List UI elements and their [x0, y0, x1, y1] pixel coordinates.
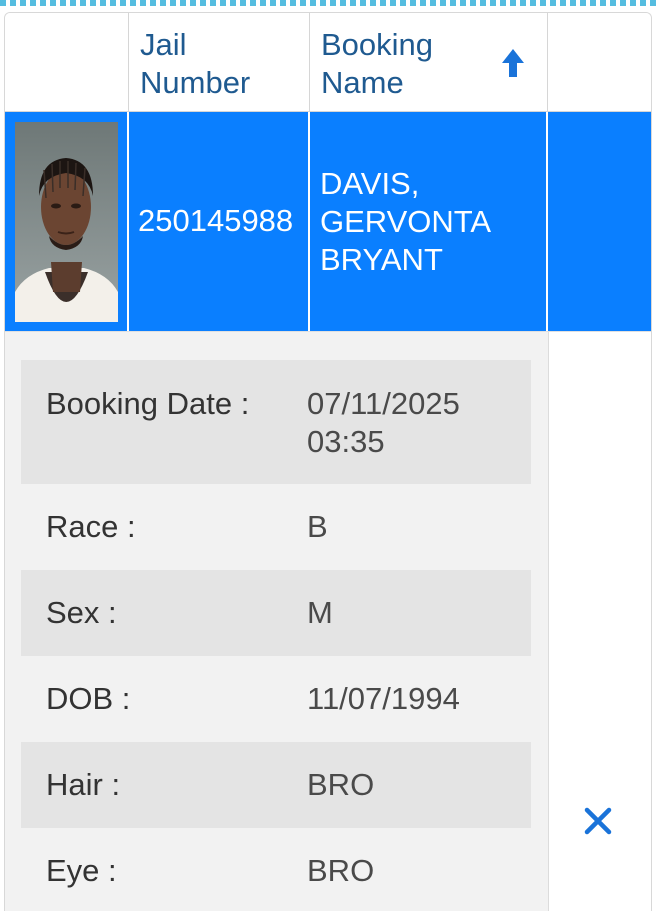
- booking-name-value: DAVIS, GERVONTA BRYANT: [320, 166, 490, 277]
- dob-label: DOB :: [46, 681, 131, 716]
- mugshot-photo[interactable]: [15, 122, 118, 322]
- detail-row-race: Race : B: [21, 484, 531, 570]
- inmate-results-grid: Jail Number Booking Name 250145988 DAVIS…: [4, 12, 652, 911]
- jail-number-cell: 250145988: [129, 112, 310, 331]
- table-header: Jail Number Booking Name: [5, 13, 651, 112]
- header-action-column: [548, 13, 651, 111]
- header-jail-number-label: Jail Number: [140, 27, 251, 100]
- inmate-detail-panel: Booking Date : 07/11/2025 03:35 Race : B…: [5, 332, 549, 911]
- header-booking-name[interactable]: Booking Name: [310, 13, 548, 111]
- header-photo-column: [5, 13, 129, 111]
- close-x-icon[interactable]: [583, 806, 613, 836]
- header-jail-number[interactable]: Jail Number: [129, 13, 310, 111]
- detail-row-hair: Hair : BRO: [21, 742, 531, 828]
- sort-ascending-arrow-icon[interactable]: [501, 47, 525, 79]
- detail-row-sex: Sex : M: [21, 570, 531, 656]
- race-label: Race :: [46, 509, 136, 544]
- detail-row-dob: DOB : 11/07/1994: [21, 656, 531, 742]
- eye-value: BRO: [307, 853, 375, 888]
- hair-value: BRO: [307, 767, 375, 802]
- header-booking-name-label: Booking Name: [321, 27, 434, 100]
- dob-value: 11/07/1994: [307, 681, 460, 716]
- detail-row-booking-date: Booking Date : 07/11/2025 03:35: [21, 360, 531, 484]
- photo-cell: [5, 112, 129, 331]
- detail-row-eye: Eye : BRO: [21, 828, 531, 911]
- race-value: B: [307, 509, 328, 544]
- sex-value: M: [307, 595, 333, 630]
- action-cell: [548, 112, 651, 331]
- hair-label: Hair :: [46, 767, 121, 802]
- eye-label: Eye :: [46, 853, 117, 888]
- table-row-selected[interactable]: 250145988 DAVIS, GERVONTA BRYANT: [5, 112, 651, 332]
- top-dashed-border: [0, 0, 657, 6]
- booking-date-label: Booking Date :: [46, 386, 250, 421]
- booking-date-value: 07/11/2025 03:35: [307, 386, 460, 459]
- jail-number-value: 250145988: [138, 203, 294, 238]
- booking-name-cell: DAVIS, GERVONTA BRYANT: [310, 112, 548, 331]
- sex-label: Sex :: [46, 595, 117, 630]
